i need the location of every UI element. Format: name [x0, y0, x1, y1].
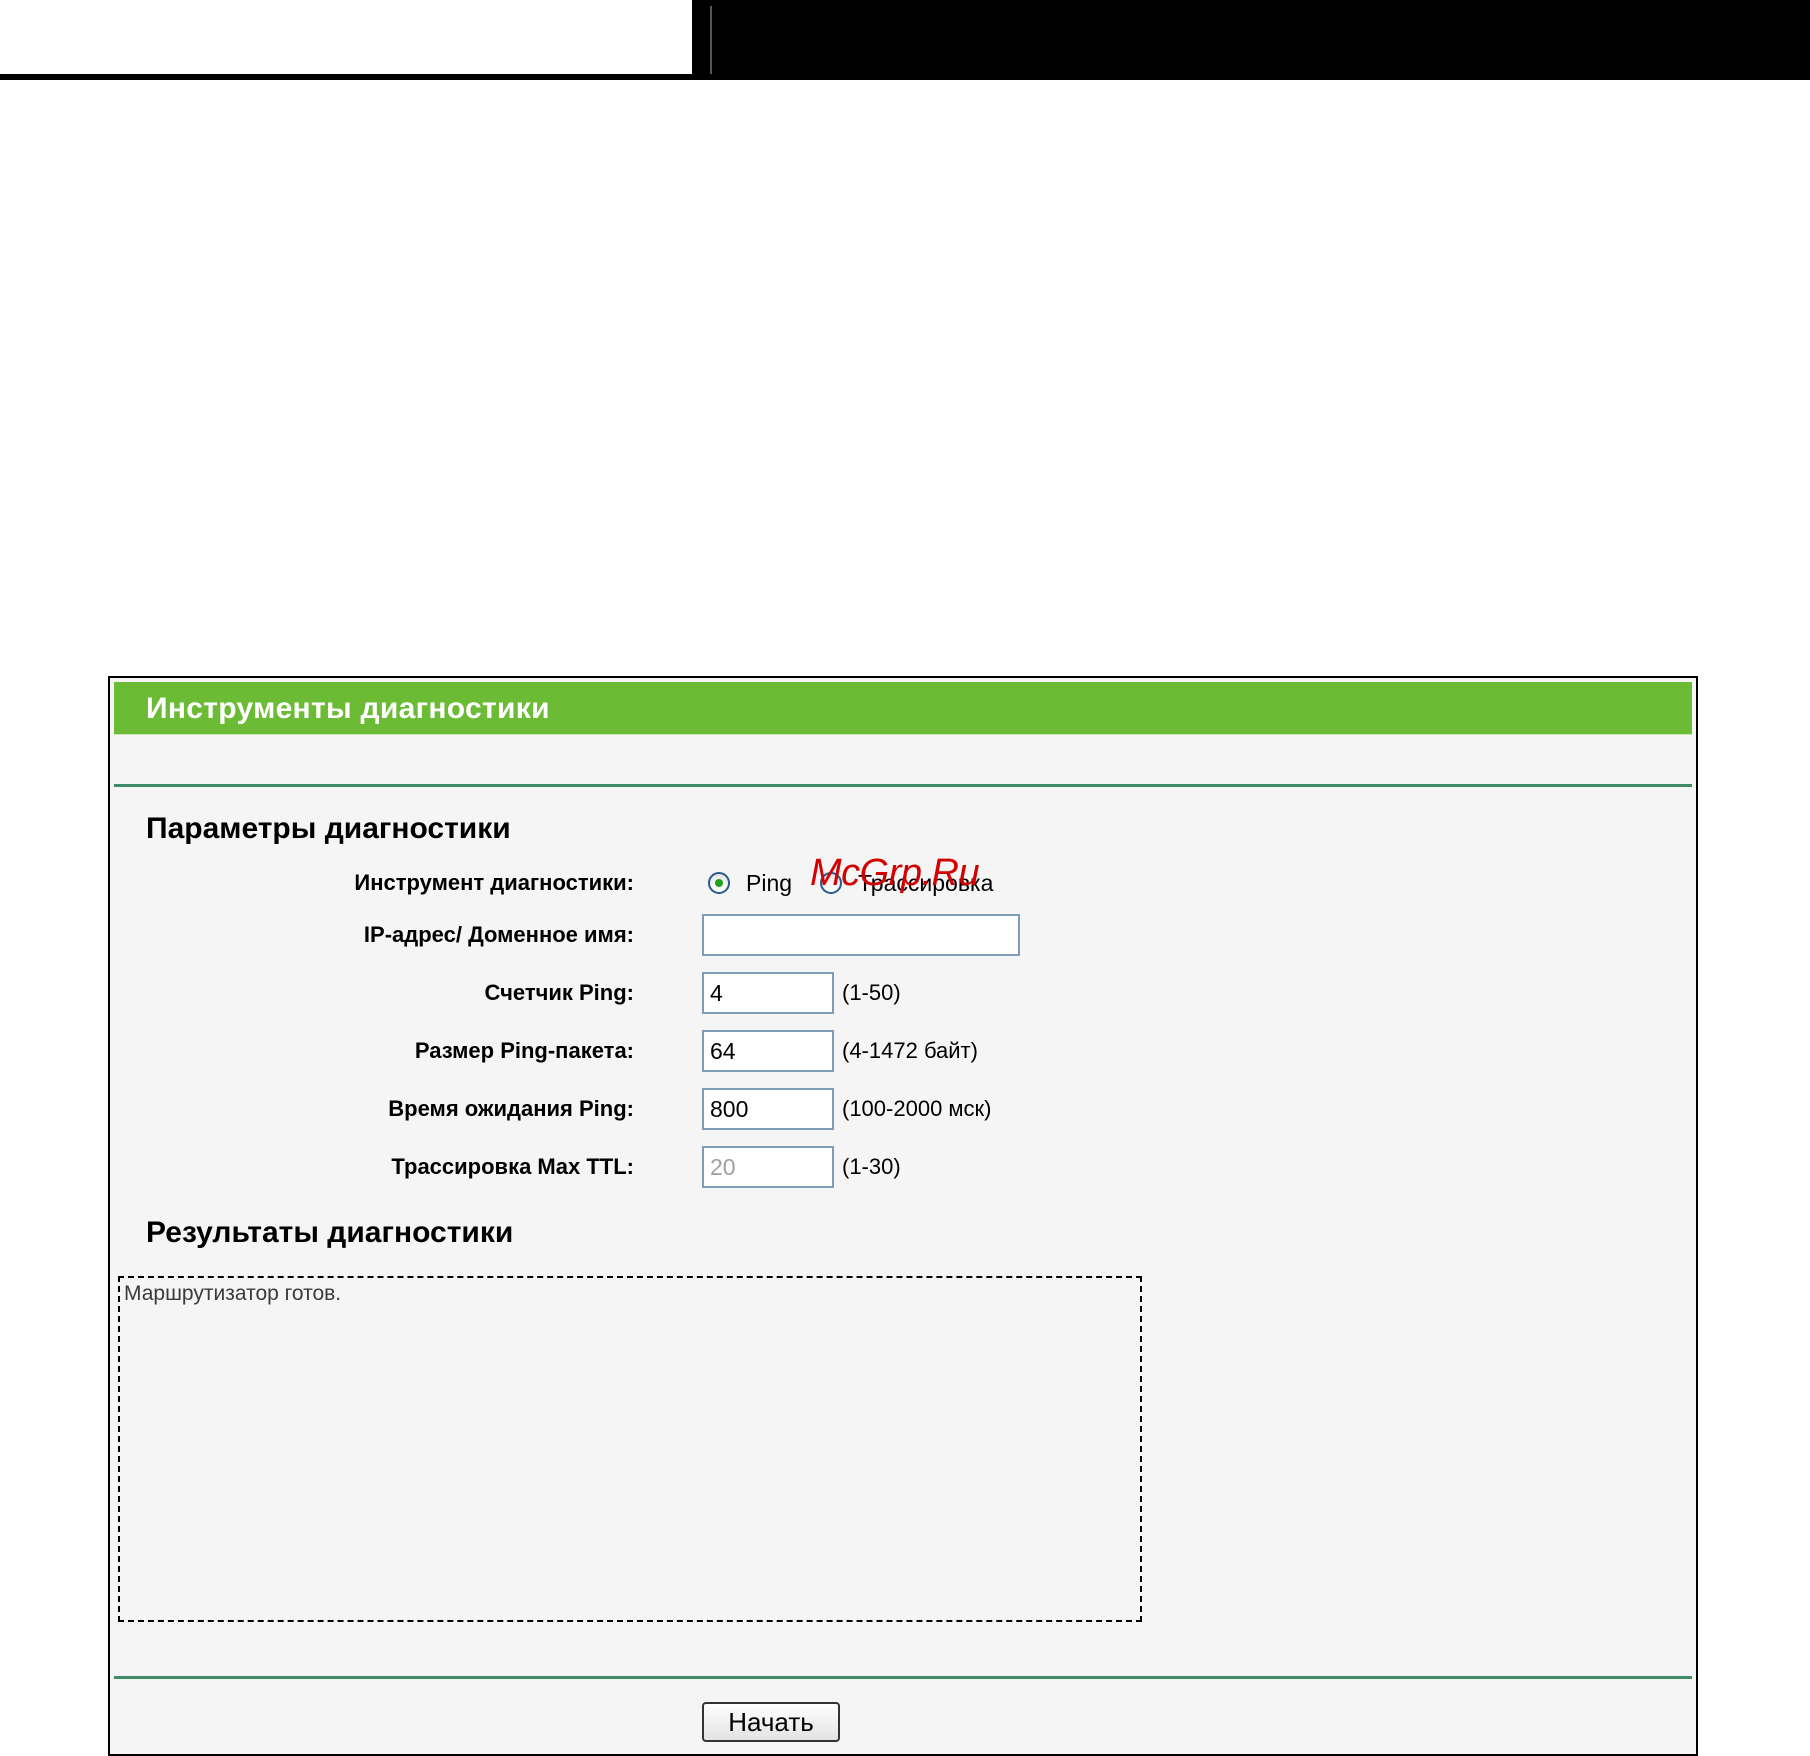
panel-header: Инструменты диагностики [114, 682, 1692, 735]
ping-count-range: (1-50) [842, 980, 901, 1005]
ping-count-label: Счетчик Ping: [484, 980, 635, 1005]
ping-timeout-input[interactable] [702, 1088, 834, 1130]
radio-selected-dot [715, 879, 723, 887]
ping-size-range: (4-1472 байт) [842, 1038, 978, 1063]
radio-ping[interactable]: Ping [708, 870, 792, 897]
header-divider [114, 784, 1692, 787]
ping-timeout-range: (100-2000 мск) [842, 1096, 992, 1121]
page-header-rule [0, 74, 692, 80]
page-header-separator [710, 6, 712, 74]
watermark-text: McGrp.Ru [810, 852, 980, 894]
results-section-title: Результаты диагностики [146, 1216, 514, 1249]
trace-ttl-input[interactable] [702, 1146, 834, 1188]
trace-ttl-label: Трассировка Max TTL: [391, 1154, 634, 1179]
diagnostic-tools-panel: Инструменты диагностики Параметры диагно… [108, 676, 1698, 1756]
radio-ping-label[interactable]: Ping [746, 870, 792, 897]
results-output: Маршрутизатор готов. [118, 1276, 1142, 1622]
tool-label: Инструмент диагностики: [354, 870, 634, 895]
ping-size-input[interactable] [702, 1030, 834, 1072]
ping-count-input[interactable] [702, 972, 834, 1014]
panel-title: Инструменты диагностики [146, 692, 550, 725]
address-label: IP-адрес/ Доменное имя: [363, 922, 634, 947]
page-header-bar [692, 0, 1810, 80]
start-button[interactable]: Начать [702, 1702, 840, 1742]
address-input[interactable] [702, 914, 1020, 956]
params-section-title: Параметры диагностики [146, 812, 511, 845]
ping-timeout-label: Время ожидания Ping: [388, 1096, 634, 1121]
ping-size-label: Размер Ping-пакета: [414, 1038, 634, 1063]
trace-ttl-range: (1-30) [842, 1154, 901, 1179]
radio-ping-circle[interactable] [708, 872, 730, 894]
footer-divider [114, 1676, 1692, 1679]
